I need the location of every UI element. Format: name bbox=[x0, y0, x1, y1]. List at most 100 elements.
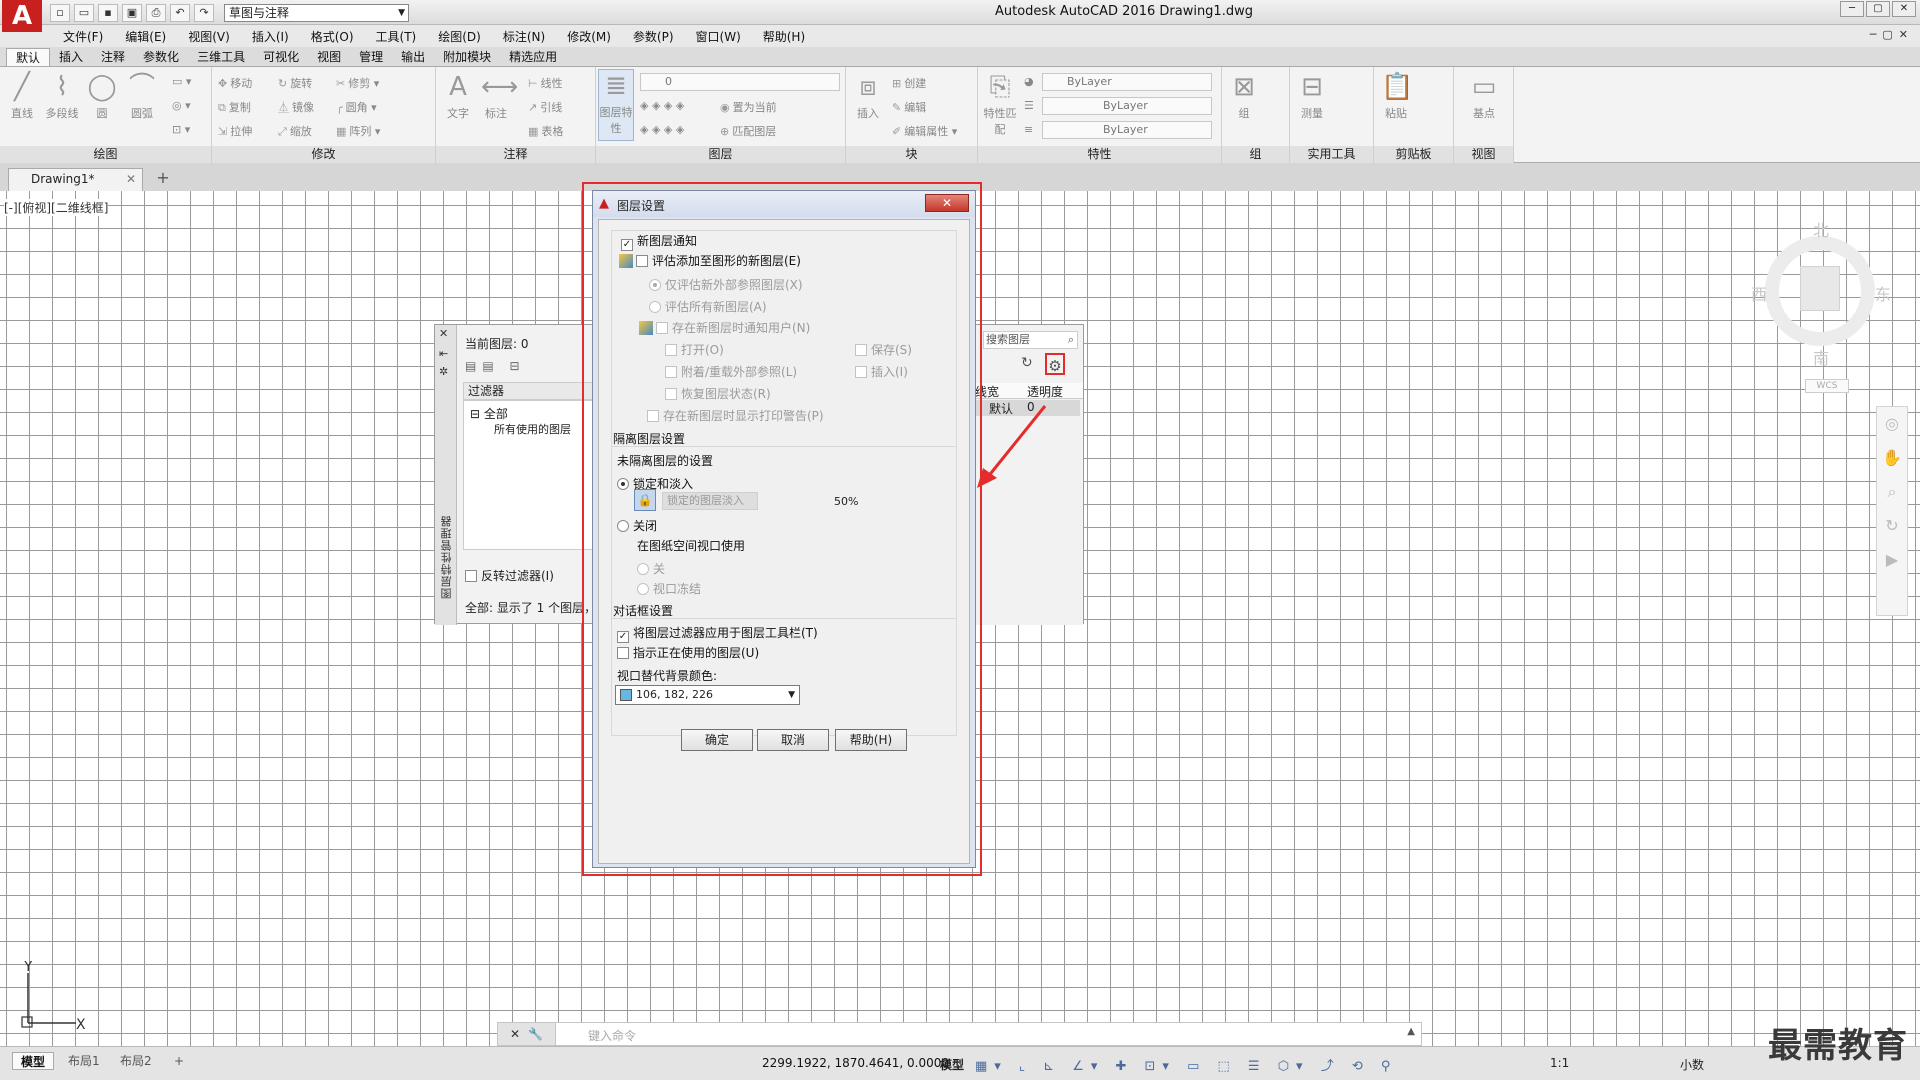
annotation-scale[interactable]: 1:1 bbox=[1550, 1056, 1569, 1070]
panel-draw-title[interactable]: 绘图 bbox=[0, 146, 211, 163]
viewport-bg-color-select[interactable]: 106, 182, 226 ▼ bbox=[615, 685, 800, 705]
new-tab-button[interactable]: + bbox=[152, 169, 174, 189]
stretch-button[interactable]: ⇲ 拉伸 bbox=[218, 123, 252, 139]
panel-properties-title[interactable]: 特性 bbox=[978, 146, 1221, 163]
evaluate-all-radio[interactable]: 评估所有新图层(A) bbox=[649, 298, 767, 315]
measure-button[interactable]: ⊟ 测量 bbox=[1294, 71, 1330, 121]
menu-dimension[interactable]: 标注(N) bbox=[492, 28, 556, 45]
menu-draw[interactable]: 绘图(D) bbox=[427, 28, 492, 45]
command-line-controls[interactable]: ✕🔧 bbox=[498, 1023, 556, 1045]
plot-warning-checkbox[interactable]: 存在新图层时显示打印警告(P) bbox=[647, 407, 824, 424]
save-checkbox[interactable]: 保存(S) bbox=[855, 341, 912, 358]
panel-block-title[interactable]: 块 bbox=[846, 146, 977, 163]
trim-button[interactable]: ✂ 修剪 ▾ bbox=[336, 75, 379, 91]
steering-wheel-icon[interactable]: ◎ bbox=[1877, 407, 1907, 441]
cursor-coordinates[interactable]: 2299.1922, 1870.4641, 0.0000 bbox=[762, 1056, 949, 1070]
save-as-icon[interactable]: ▣ bbox=[122, 4, 142, 22]
menu-insert[interactable]: 插入(I) bbox=[241, 28, 300, 45]
restore-state-checkbox[interactable]: 恢复图层状态(R) bbox=[665, 385, 771, 402]
leader-button[interactable]: ↗ 引线 bbox=[528, 99, 562, 115]
compass-north[interactable]: 北 bbox=[1813, 217, 1829, 241]
menu-parametric[interactable]: 参数(P) bbox=[622, 28, 685, 45]
close-icon[interactable]: ✕ bbox=[126, 169, 136, 189]
group-button[interactable]: ⊠ 组 bbox=[1226, 71, 1262, 121]
base-view-button[interactable]: ▭ 基点 bbox=[1466, 71, 1502, 121]
panel-clipboard-title[interactable]: 剪贴板 bbox=[1374, 146, 1453, 163]
drafting-toggles[interactable]: ▦▾ ⌞ ⊾ ∠▾ ✚ ⊡▾ ▭ ⬚ ☰ ⬡▾ ⤴ ⟲ ⚲ bbox=[975, 1055, 1397, 1074]
layer-tools-icons-2[interactable]: ◈ ◈ ◈ ◈ bbox=[640, 123, 684, 136]
close-window-button[interactable]: ✕ bbox=[1892, 1, 1916, 17]
panel-annotation-title[interactable]: 注释 bbox=[436, 146, 595, 163]
menu-file[interactable]: 文件(F) bbox=[52, 28, 114, 45]
region-icon[interactable]: ⊡ ▾ bbox=[172, 123, 190, 136]
model-space-toggle[interactable]: 模型 bbox=[940, 1056, 964, 1073]
zoom-icon[interactable]: ⌕ bbox=[1877, 475, 1907, 509]
mirror-button[interactable]: ⏅ 镜像 bbox=[278, 99, 314, 115]
compass-south[interactable]: 南 bbox=[1813, 345, 1829, 369]
line-button[interactable]: ╱ 直线 bbox=[4, 71, 40, 121]
tab-featured-apps[interactable]: 精选应用 bbox=[500, 48, 566, 66]
doc-window-controls[interactable]: ─▢✕ bbox=[1870, 28, 1914, 41]
viewcube-top-face[interactable] bbox=[1800, 266, 1840, 311]
orbit-icon[interactable]: ↻ bbox=[1877, 509, 1907, 543]
dialog-close-button[interactable]: ✕ bbox=[925, 194, 969, 212]
edit-attr-button[interactable]: ✐ 编辑属性 ▾ bbox=[892, 123, 957, 139]
paste-button[interactable]: 📋 粘贴 bbox=[1378, 71, 1414, 121]
indicate-in-use-checkbox[interactable]: 指示正在使用的图层(U) bbox=[617, 644, 759, 661]
color-wheel-icon[interactable]: ◕ bbox=[1024, 75, 1034, 88]
chevron-up-icon[interactable]: ▲ bbox=[1407, 1026, 1415, 1037]
save-icon[interactable]: ▪ bbox=[98, 4, 118, 22]
tab-manage[interactable]: 管理 bbox=[350, 48, 392, 66]
tab-layout1[interactable]: 布局1 bbox=[60, 1052, 108, 1070]
compass-east[interactable]: 东 bbox=[1875, 281, 1891, 305]
array-button[interactable]: ▦ 阵列 ▾ bbox=[336, 123, 380, 139]
wcs-menu[interactable]: WCS bbox=[1805, 379, 1849, 393]
locked-fade-slider[interactable]: 锁定的图层淡入 bbox=[662, 492, 758, 510]
layer-tools-icons[interactable]: ◈ ◈ ◈ ◈ bbox=[640, 99, 684, 112]
linetype-select[interactable]: ByLayer bbox=[1042, 97, 1212, 115]
tab-addins[interactable]: 附加模块 bbox=[434, 48, 500, 66]
match-properties-button[interactable]: ⎘ 特性匹配 bbox=[982, 71, 1018, 137]
col-transparency[interactable]: 透明度 bbox=[1027, 383, 1063, 400]
panel-utilities-title[interactable]: 实用工具 bbox=[1290, 146, 1373, 163]
tab-default[interactable]: 默认 bbox=[6, 48, 51, 66]
filter-used-layers[interactable]: 所有使用的图层 bbox=[494, 421, 571, 437]
layer-toolbar-icons[interactable]: ▤▤ ⊟ bbox=[465, 359, 526, 373]
menu-view[interactable]: 视图(V) bbox=[177, 28, 241, 45]
showmotion-icon[interactable]: ▶ bbox=[1877, 543, 1907, 577]
apply-filter-checkbox[interactable]: ✓ 将图层过滤器应用于图层工具栏(T) bbox=[617, 624, 818, 643]
locked-layer-icon[interactable]: 🔒 bbox=[634, 489, 656, 511]
viewport-controls[interactable]: [-][俯视][二维线框] bbox=[4, 199, 109, 216]
invert-filter-checkbox[interactable]: 反转过滤器(I) bbox=[465, 567, 554, 584]
linetype-icon[interactable]: ☰ bbox=[1024, 99, 1034, 112]
lineweight-select[interactable]: ByLayer bbox=[1042, 121, 1212, 139]
ok-button[interactable]: 确定 bbox=[681, 729, 753, 751]
panel-modify-title[interactable]: 修改 bbox=[212, 146, 435, 163]
tab-output[interactable]: 输出 bbox=[392, 48, 434, 66]
insert-block-button[interactable]: ⧈ 插入 bbox=[850, 71, 886, 121]
open-checkbox[interactable]: 打开(O) bbox=[665, 341, 724, 358]
menu-modify[interactable]: 修改(M) bbox=[556, 28, 622, 45]
attach-reload-checkbox[interactable]: 附着/重载外部参照(L) bbox=[665, 363, 797, 380]
tab-annotate[interactable]: 注释 bbox=[92, 48, 134, 66]
open-file-icon[interactable]: ▭ bbox=[74, 4, 94, 22]
hatch-icon[interactable]: ◎ ▾ bbox=[172, 99, 191, 112]
tab-visualize[interactable]: 可视化 bbox=[254, 48, 308, 66]
cancel-button[interactable]: 取消 bbox=[757, 729, 829, 751]
workspace-select[interactable]: 草图与注释 ▼ bbox=[224, 4, 409, 22]
pan-icon[interactable]: ✋ bbox=[1877, 441, 1907, 475]
rotate-button[interactable]: ↻ 旋转 bbox=[278, 75, 312, 91]
linear-button[interactable]: ⊢ 线性 bbox=[528, 75, 563, 91]
compass-west[interactable]: 西 bbox=[1751, 281, 1767, 305]
match-layer-button[interactable]: ⊕ 匹配图层 bbox=[720, 123, 776, 139]
create-block-button[interactable]: ⊞ 创建 bbox=[892, 75, 926, 91]
menu-edit[interactable]: 编辑(E) bbox=[114, 28, 177, 45]
lineweight-icon[interactable]: ≡ bbox=[1024, 123, 1033, 136]
dimension-button[interactable]: ⟷ 标注 bbox=[478, 71, 518, 121]
set-current-button[interactable]: ◉ 置为当前 bbox=[720, 99, 777, 115]
add-layout-button[interactable]: + bbox=[166, 1052, 192, 1070]
panel-view-title[interactable]: 视图 bbox=[1454, 146, 1513, 163]
panel-layers-title[interactable]: 图层 bbox=[596, 146, 845, 163]
off-radio[interactable]: 关闭 bbox=[617, 517, 657, 534]
filter-all[interactable]: ⊟ 全部 bbox=[470, 405, 508, 422]
